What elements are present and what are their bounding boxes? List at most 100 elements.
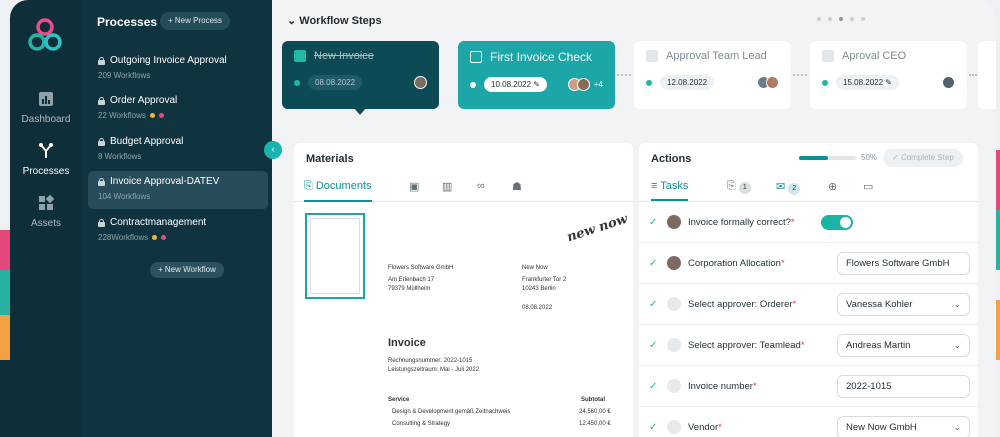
materials-tabs: ⎘ Documents ▣ ▥ ∞ ☗ <box>294 176 633 202</box>
complete-step-button[interactable]: ✓ Complete Step <box>883 149 963 167</box>
chevron-down-icon: ⌄ <box>953 299 961 309</box>
doc-from-name: Flowers Software GmbH <box>388 265 454 271</box>
new-workflow-button[interactable]: + New Workflow <box>150 262 224 278</box>
actions-title: Actions <box>651 153 692 165</box>
step-date: 12.08.2022 <box>660 75 715 90</box>
process-item-outgoing-invoice[interactable]: Outgoing Invoice Approval 209 Workflows <box>88 50 268 88</box>
tab-documents-label: Documents <box>315 180 372 192</box>
process-count: 104 Workflows <box>98 192 151 201</box>
link-icon[interactable]: ∞ <box>477 180 485 192</box>
avatar <box>766 76 779 89</box>
process-name: Contractmanagement <box>110 217 207 228</box>
task-label: Select approver: Orderer* <box>688 298 797 310</box>
avatar <box>576 78 590 91</box>
process-item-budget-approval[interactable]: Budget Approval 8 Workflows <box>88 131 268 169</box>
step-new-invoice[interactable]: New Invoice 08.08.2022 <box>282 41 439 109</box>
task-label: Corporation Allocation* <box>688 257 785 269</box>
task-label: Invoice formally correct?* <box>688 216 795 228</box>
app-window: Dashboard Processes Assets Processes + N… <box>10 0 996 437</box>
lock-icon <box>98 96 105 105</box>
step-first-invoice-check[interactable]: First Invoice Check 10.08.2022 ✎ +4 <box>458 41 615 109</box>
document-thumbnail[interactable] <box>305 213 365 299</box>
corporation-allocation-field[interactable]: Flowers Software GmbH <box>837 252 970 275</box>
add-user-icon[interactable]: ⊕ <box>828 180 837 193</box>
orderer-select[interactable]: Vanessa Kohler ⌄ <box>837 293 970 316</box>
rail-dashboard[interactable]: Dashboard <box>10 90 82 125</box>
step-checkbox[interactable] <box>470 51 482 63</box>
workflow-steps-header[interactable]: ⌄ Workflow Steps <box>287 14 382 27</box>
step-pager[interactable] <box>817 17 865 21</box>
step-name: Aproval CEO <box>842 50 907 62</box>
doc-col-service: Service <box>388 397 410 403</box>
doc-row-1-value: 24.560,00 € <box>579 409 611 415</box>
lock-icon <box>98 56 105 65</box>
check-icon: ✓ <box>649 380 658 392</box>
doc-meta-2: Leistungszeitraum: Mai - Juli 2022 <box>388 367 480 373</box>
processes-icon <box>39 143 53 158</box>
step-checkbox[interactable] <box>822 50 834 62</box>
avatar <box>667 256 681 270</box>
robot-icon[interactable]: ☗ <box>512 180 522 193</box>
task-row: ✓ Corporation Allocation* Flowers Softwa… <box>639 243 978 284</box>
status-dot <box>470 81 476 88</box>
step-approval-ceo[interactable]: Aproval CEO 15.08.2022 ✎ <box>810 41 967 109</box>
check-icon: ✓ <box>649 339 658 351</box>
chevron-down-icon: ⌄ <box>287 15 300 27</box>
nav-rail: Dashboard Processes Assets <box>10 0 82 437</box>
chevron-down-icon: ⌄ <box>953 422 961 432</box>
tab-attachments[interactable]: ⎘ 1 <box>727 180 751 194</box>
tab-mail[interactable]: ✉ 2 <box>776 180 801 195</box>
invoice-number-field[interactable]: 2022-1015 <box>837 375 970 398</box>
comment-icon[interactable]: ▭ <box>863 180 873 193</box>
rail-processes[interactable]: Processes <box>10 142 82 177</box>
step-progress-bar <box>799 156 856 160</box>
task-label: Select approver: Teamlead* <box>688 339 805 351</box>
active-step-pointer <box>354 108 366 115</box>
doc-logo: new now <box>565 211 630 246</box>
formally-correct-toggle[interactable] <box>821 215 853 230</box>
process-name: Outgoing Invoice Approval <box>110 55 227 66</box>
step-name: New Invoice <box>314 50 374 62</box>
avatar <box>942 76 955 89</box>
sidebar-title: Processes <box>97 15 158 29</box>
step-checkbox-checked[interactable] <box>294 50 306 62</box>
actions-panel: Actions 50% ✓ Complete Step ≡ Tasks ⎘ 1 ✉… <box>639 143 978 437</box>
robot-icon <box>667 379 681 393</box>
step-date: 08.08.2022 <box>308 75 363 90</box>
actions-tabs: ≡ Tasks ⎘ 1 ✉ 2 ⊕ ▭ <box>639 176 978 202</box>
collapse-sidebar-icon[interactable]: ‹ <box>264 141 282 159</box>
tab-tasks[interactable]: ≡ Tasks <box>651 180 689 201</box>
step-name: First Invoice Check <box>490 50 593 64</box>
step-date-chip[interactable]: 15.08.2022 ✎ <box>836 75 899 90</box>
new-process-button[interactable]: + New Process <box>160 12 231 30</box>
lock-icon <box>98 137 105 146</box>
materials-panel: Materials ⎘ Documents ▣ ▥ ∞ ☗ Flowers So… <box>294 143 633 437</box>
avatar <box>667 215 681 229</box>
task-row: ✓ Invoice formally correct?* <box>639 202 978 243</box>
process-item-order-approval[interactable]: Order Approval 22 Workflows <box>88 90 268 128</box>
task-label: Invoice number* <box>688 380 757 392</box>
contact-card-icon[interactable]: ▣ <box>409 180 419 193</box>
rail-assets-label: Assets <box>30 218 61 229</box>
status-dot-yellow <box>152 235 158 240</box>
check-icon: ✓ <box>649 216 658 228</box>
chart-icon[interactable]: ▥ <box>442 180 452 193</box>
teamlead-select[interactable]: Andreas Martin ⌄ <box>837 334 970 357</box>
tab-documents[interactable]: ⎘ Documents <box>304 180 372 202</box>
step-date: 15.08.2022 <box>843 78 884 87</box>
step-approval-team-lead[interactable]: Approval Team Lead 12.08.2022 <box>634 41 791 109</box>
step-date-chip[interactable]: 10.08.2022 ✎ <box>484 77 547 92</box>
process-item-contractmanagement[interactable]: Contractmanagement 228Workflows <box>88 212 268 250</box>
task-row: ✓ Vendor* New Now GmbH ⌄ <box>639 407 978 437</box>
doc-to-name: New Now <box>522 265 548 271</box>
process-item-invoice-datev[interactable]: Invoice Approval-DATEV 104 Workflows <box>88 171 268 209</box>
process-count: 8 Workflows <box>98 152 142 161</box>
task-row: ✓ Invoice number* 2022-1015 <box>639 366 978 407</box>
step-checkbox[interactable] <box>646 50 658 62</box>
complete-step-label: Complete Step <box>900 153 954 162</box>
process-count: 209 Workflows <box>98 71 151 80</box>
status-dot-red <box>158 113 164 118</box>
rail-assets[interactable]: Assets <box>10 194 82 229</box>
step-next-partial <box>978 41 996 109</box>
vendor-select[interactable]: New Now GmbH ⌄ <box>837 416 970 437</box>
